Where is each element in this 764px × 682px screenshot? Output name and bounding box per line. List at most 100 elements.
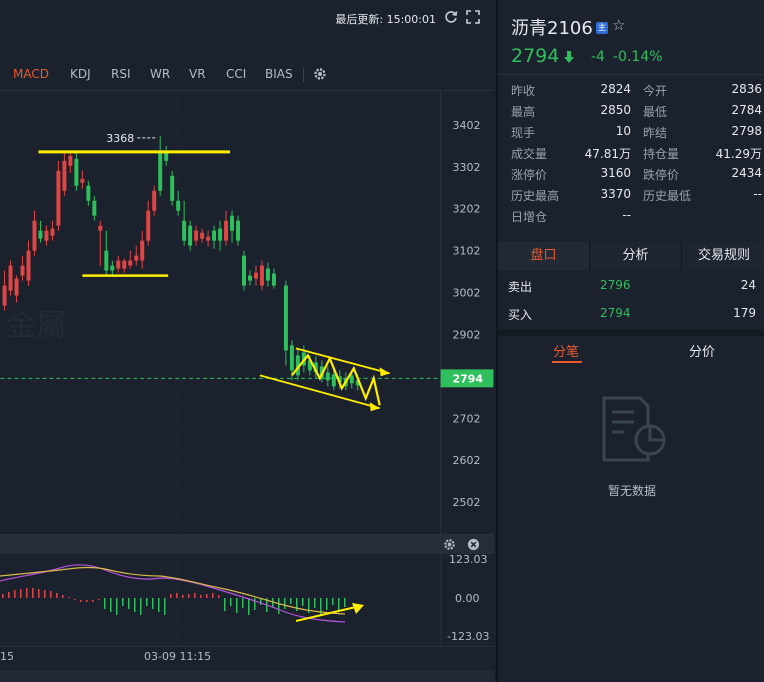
fullscreen-icon[interactable] — [466, 10, 480, 24]
time-axis: 15 03-09 11:15 — [0, 646, 494, 670]
macd-bar — [182, 595, 184, 598]
macd-bar — [110, 598, 112, 612]
last-price: 2794 — [511, 45, 560, 67]
macd-bar — [278, 598, 280, 614]
annotation-arrowhead — [369, 402, 380, 412]
stat-label: 历史最高 — [511, 189, 560, 203]
tab-price-distribution[interactable]: 分价 — [689, 341, 715, 360]
macd-bar — [8, 592, 10, 598]
candle-body — [271, 273, 276, 286]
app-root: 最后更新: 15:00:01 MACD KDJ RSI WR VR CCI BI… — [0, 0, 764, 682]
tab-bias[interactable]: BIAS — [265, 67, 293, 81]
price-label: 3102 — [453, 245, 481, 258]
candle-body — [92, 200, 97, 216]
indicator-settings-icon[interactable] — [313, 67, 327, 81]
candle-body — [56, 170, 61, 226]
macd-bar — [32, 588, 34, 598]
tab-orderbook[interactable]: 盘口 — [498, 242, 590, 270]
candle-body — [218, 228, 223, 241]
stat-label: 今开 — [643, 84, 668, 98]
macd-bar — [74, 599, 76, 600]
current-price-tag: 2794 — [453, 372, 484, 385]
sub-chart-close-icon[interactable] — [467, 538, 480, 551]
star-icon[interactable]: ☆ — [612, 17, 628, 33]
candle-body — [104, 250, 109, 271]
candle-body — [253, 272, 258, 279]
macd-dea-line — [0, 566, 346, 615]
candle-body — [50, 228, 55, 236]
macd-bar — [164, 598, 166, 615]
stat-label: 最高 — [511, 105, 536, 119]
candle-body — [122, 260, 127, 269]
macd-dif-line — [0, 564, 346, 623]
stat-row: 最高 2850 最低 2784 — [498, 99, 764, 120]
stat-value: 3160 — [600, 166, 631, 180]
ask-label: 卖出 — [508, 280, 533, 294]
macd-bar — [242, 598, 244, 608]
macd-bar — [44, 590, 46, 598]
scroll-strip[interactable] — [0, 670, 494, 682]
bid-row: 买入 2794 179 — [498, 300, 764, 328]
candlestick-chart[interactable]: 金屬 3402 3302 3202 3102 3002 2902 2702 26… — [0, 90, 494, 534]
tab-cci[interactable]: CCI — [226, 67, 246, 81]
macd-bar — [188, 594, 190, 598]
macd-bar — [122, 598, 124, 606]
chart-topbar: 最后更新: 15:00:01 — [0, 0, 494, 36]
candle-body — [80, 178, 85, 183]
tab-rsi[interactable]: RSI — [111, 67, 131, 81]
macd-bar — [224, 598, 226, 611]
macd-label-top: 123.03 — [449, 554, 488, 566]
macd-bar — [14, 590, 16, 598]
candle-body — [62, 160, 67, 191]
macd-bar — [218, 595, 220, 598]
tab-kdj[interactable]: KDJ — [70, 67, 91, 81]
candle-body — [325, 372, 330, 381]
candle-body — [2, 285, 7, 306]
candle-body — [68, 155, 73, 166]
ask-volume: 24 — [740, 278, 756, 292]
candle-body — [206, 236, 211, 241]
stat-value: 47.81万 — [584, 147, 631, 161]
tab-ticks[interactable]: 分笔 — [553, 341, 579, 360]
macd-bar — [200, 595, 202, 598]
stat-value: 2434 — [731, 166, 762, 180]
empty-document-icon — [602, 396, 666, 462]
macd-arrowhead — [352, 603, 364, 614]
candle-body — [140, 240, 145, 261]
candle-body — [289, 345, 294, 371]
stat-value: -- — [753, 187, 762, 201]
candle-body — [98, 225, 103, 231]
price-label: 2702 — [453, 412, 481, 425]
tab-macd[interactable]: MACD — [13, 67, 49, 81]
candle-body — [38, 230, 43, 239]
sub-chart-settings-icon[interactable] — [443, 538, 456, 551]
tab-trading-rules[interactable]: 交易规则 — [682, 242, 764, 270]
macd-chart[interactable]: 123.03 0.00 -123.03 — [0, 554, 494, 646]
macd-bar — [284, 598, 286, 609]
bid-label: 买入 — [508, 308, 533, 322]
stat-value: 2850 — [600, 103, 631, 117]
tab-analysis[interactable]: 分析 — [590, 242, 682, 270]
macd-bar — [140, 598, 142, 615]
macd-bar — [146, 598, 148, 606]
candle-body — [74, 158, 79, 186]
macd-bar — [98, 599, 100, 600]
candle-body — [134, 255, 139, 261]
bid-volume: 179 — [733, 306, 756, 320]
tab-wr[interactable]: WR — [150, 67, 170, 81]
main-contract-badge: 主 — [596, 22, 608, 34]
refresh-icon[interactable] — [444, 10, 458, 24]
macd-bar — [290, 598, 292, 604]
price-label: 2502 — [453, 496, 481, 509]
macd-bar — [332, 598, 334, 605]
stat-row: 成交量 47.81万 持仓量 41.29万 — [498, 141, 764, 162]
chart-panel: 最后更新: 15:00:01 MACD KDJ RSI WR VR CCI BI… — [0, 0, 494, 682]
active-tab-underline — [552, 361, 582, 363]
price-label: 3202 — [453, 203, 481, 216]
tab-vr[interactable]: VR — [189, 67, 206, 81]
macd-bar — [206, 594, 208, 598]
time-label: 15 — [0, 650, 14, 663]
divider — [498, 74, 764, 75]
candle-body — [14, 278, 19, 296]
stat-label: 最低 — [643, 105, 668, 119]
